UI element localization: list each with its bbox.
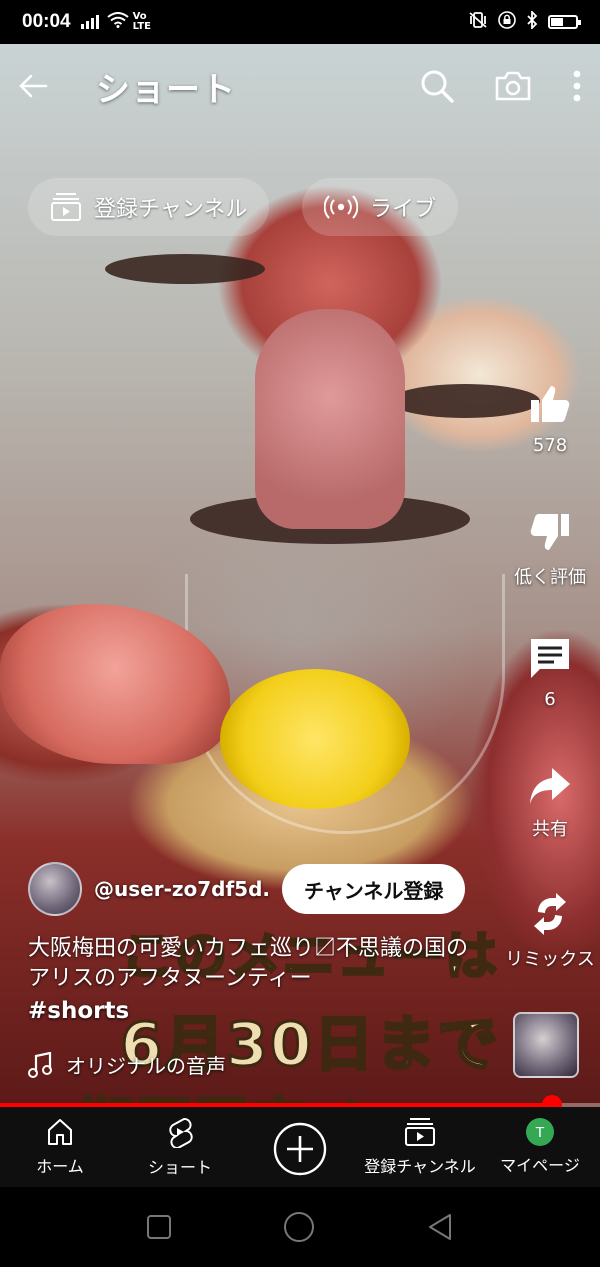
nav-create[interactable] [240,1107,360,1187]
bottom-nav: ホーム ショート 登録チャンネル T マイページ [0,1107,600,1187]
sound-thumbnail[interactable] [513,1012,579,1078]
camera-icon[interactable] [494,70,532,102]
subscriptions-icon [50,192,82,222]
subscriptions-chip[interactable]: 登録チャンネル [28,178,270,236]
lock-icon [498,11,516,33]
dislike-button[interactable]: 低く評価 [500,508,600,589]
recent-apps-icon[interactable] [145,1213,173,1241]
music-note-icon [28,1051,52,1078]
sound-label: オリジナルの音声 [66,1054,226,1078]
battery-icon [548,15,581,29]
comment-count: 6 [544,689,556,710]
subscriptions-chip-label: 登録チャンネル [94,197,248,222]
tart-with-flower [220,669,410,809]
nav-mypage[interactable]: T マイページ [480,1107,600,1187]
shorts-header: ショート [0,44,600,128]
nav-subscriptions[interactable]: 登録チャンネル [360,1107,480,1187]
thumbs-down-icon [500,508,600,556]
nav-mypage-label: マイページ [500,1156,580,1175]
subscribe-button[interactable]: チャンネル登録 [282,864,466,914]
like-count: 578 [532,435,568,456]
shorts-icon [165,1116,195,1148]
nav-shorts-label: ショート [147,1158,212,1177]
channel-row: @user-zo7df5d... チャンネル登録 [28,862,466,916]
account-avatar: T [526,1118,554,1146]
remix-button[interactable]: リミックス [500,890,600,971]
search-icon[interactable] [420,69,454,103]
live-chip-label: ライブ [370,197,437,222]
home-icon [45,1117,75,1147]
live-chip[interactable]: ライブ [302,178,459,236]
more-vert-icon[interactable] [572,69,582,103]
bear-dessert [255,309,405,529]
comments-button[interactable]: 6 [500,634,600,710]
status-time: 00:04 [22,11,71,32]
thumbs-up-icon [500,380,600,428]
channel-avatar[interactable] [28,862,82,916]
subscriptions-icon [403,1117,437,1147]
like-button[interactable]: 578 [500,380,600,456]
back-triangle-icon[interactable] [425,1212,455,1242]
nav-shorts[interactable]: ショート [120,1107,240,1187]
nav-home[interactable]: ホーム [0,1107,120,1187]
bluetooth-icon [526,9,538,33]
vibrate-off-icon [468,11,488,33]
nav-home-label: ホーム [36,1157,84,1176]
video-description[interactable]: 大阪梅田の可愛いカフェ巡り〼不思議の国のアリスのアフタヌーンティー [28,934,488,994]
back-arrow-icon[interactable] [18,73,48,99]
dislike-label: 低く評価 [514,567,586,588]
status-bar: 00:04 Vo LTE [0,0,600,44]
comment-icon [500,634,600,682]
share-button[interactable]: 共有 [500,762,600,841]
remix-icon [500,890,600,938]
remix-label: リミックス [505,949,595,970]
create-plus-icon [272,1121,328,1177]
dessert-plate [105,254,265,284]
live-icon [324,195,358,219]
channel-handle[interactable]: @user-zo7df5d... [94,877,270,901]
sound-link[interactable]: オリジナルの音声 [28,1050,226,1079]
system-nav-bar [0,1187,600,1267]
network-type: Vo LTE [132,11,151,32]
share-label: 共有 [532,819,568,840]
hashtag-link[interactable]: #shorts [28,998,129,1024]
home-circle-icon[interactable] [282,1210,316,1244]
share-icon [500,762,600,810]
page-title: ショート [96,69,236,110]
signal-icon [80,15,99,29]
wifi-icon [106,11,129,33]
nav-subscriptions-label: 登録チャンネル [364,1157,476,1176]
